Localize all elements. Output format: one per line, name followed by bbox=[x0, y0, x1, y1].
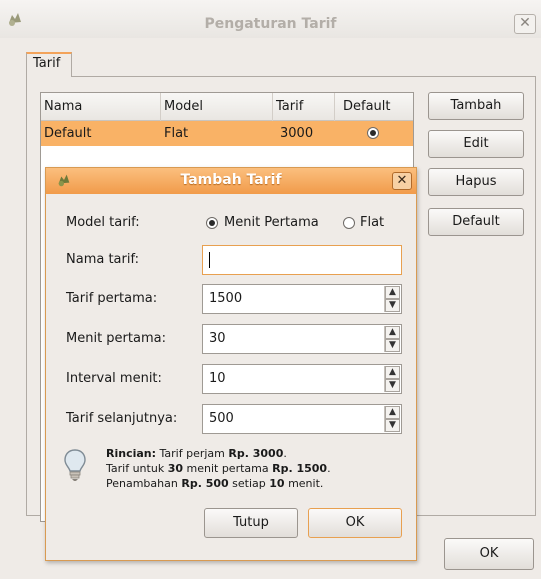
spin-buttons: ▲ ▼ bbox=[384, 366, 400, 392]
tambah-tarif-dialog: Tambah Tarif ✕ Model tarif: Menit Pertam… bbox=[45, 167, 417, 561]
info-amount: Rp. 3000 bbox=[228, 447, 284, 460]
close-icon: ✕ bbox=[519, 15, 531, 31]
edit-button-label: Edit bbox=[463, 136, 489, 151]
spin-up-icon[interactable]: ▲ bbox=[385, 326, 400, 339]
menit-pertama-spinbox[interactable]: 30 ▲ ▼ bbox=[202, 324, 402, 354]
tarif-selanjutnya-value[interactable]: 500 bbox=[209, 405, 234, 433]
interval-menit-label: Interval menit: bbox=[66, 371, 162, 386]
info-amount: 10 bbox=[269, 477, 285, 490]
spin-buttons: ▲ ▼ bbox=[384, 326, 400, 352]
window-titlebar: Pengaturan Tarif ✕ bbox=[0, 0, 541, 38]
spin-up-icon[interactable]: ▲ bbox=[385, 366, 400, 379]
info-text: menit pertama bbox=[183, 462, 273, 475]
radio-flat-label[interactable]: Flat bbox=[360, 213, 384, 233]
rincian-info: Rincian: Tarif perjam Rp. 3000. Tarif un… bbox=[106, 446, 331, 491]
tutup-button-label: Tutup bbox=[233, 515, 269, 530]
column-header-default[interactable]: Default bbox=[335, 93, 413, 121]
dialog-ok-button[interactable]: OK bbox=[308, 508, 402, 538]
spin-buttons: ▲ ▼ bbox=[384, 406, 400, 432]
tarif-selanjutnya-spinbox[interactable]: 500 ▲ ▼ bbox=[202, 404, 402, 434]
spin-down-icon[interactable]: ▼ bbox=[385, 379, 400, 392]
spin-up-icon[interactable]: ▲ bbox=[385, 286, 400, 299]
hapus-button[interactable]: Hapus bbox=[428, 168, 524, 196]
tab-label: Tarif bbox=[33, 56, 61, 71]
nama-tarif-label: Nama tarif: bbox=[66, 252, 139, 267]
tarif-pertama-label: Tarif pertama: bbox=[66, 291, 158, 306]
default-radio[interactable] bbox=[367, 127, 379, 139]
edit-button[interactable]: Edit bbox=[428, 130, 524, 158]
dialog-title: Tambah Tarif bbox=[180, 172, 282, 188]
info-text: Penambahan bbox=[106, 477, 182, 490]
tab-tarif[interactable]: Tarif bbox=[26, 52, 72, 77]
nama-tarif-input[interactable] bbox=[202, 245, 402, 275]
info-label: Rincian: bbox=[106, 447, 157, 460]
cell-tarif: 3000 bbox=[280, 126, 314, 141]
dialog-close-button[interactable]: ✕ bbox=[392, 172, 412, 190]
menit-pertama-label: Menit pertama: bbox=[66, 331, 166, 346]
info-amount: 30 bbox=[167, 462, 183, 475]
default-button-label: Default bbox=[452, 214, 500, 229]
spin-down-icon[interactable]: ▼ bbox=[385, 299, 400, 312]
model-tarif-label: Model tarif: bbox=[66, 215, 140, 230]
radio-menit-pertama-label[interactable]: Menit Pertama bbox=[224, 213, 319, 233]
info-line-1: Rincian: Tarif perjam Rp. 3000. bbox=[106, 446, 331, 461]
close-icon: ✕ bbox=[396, 173, 408, 188]
spin-down-icon[interactable]: ▼ bbox=[385, 419, 400, 432]
tambah-button[interactable]: Tambah bbox=[428, 92, 524, 120]
menit-pertama-value[interactable]: 30 bbox=[209, 325, 226, 353]
table-header: Nama Model Tarif Default bbox=[41, 93, 413, 121]
radio-flat[interactable] bbox=[343, 217, 355, 229]
window-ok-button[interactable]: OK bbox=[444, 538, 534, 570]
interval-menit-value[interactable]: 10 bbox=[209, 365, 226, 393]
info-text: menit. bbox=[284, 477, 324, 490]
info-amount: Rp. 500 bbox=[181, 477, 229, 490]
info-text: . bbox=[283, 447, 287, 460]
dialog-titlebar: Tambah Tarif ✕ bbox=[46, 168, 416, 194]
spin-down-icon[interactable]: ▼ bbox=[385, 339, 400, 352]
lightbulb-icon bbox=[64, 449, 86, 481]
spin-up-icon[interactable]: ▲ bbox=[385, 406, 400, 419]
radio-menit-pertama[interactable] bbox=[206, 217, 218, 229]
dialog-ok-label: OK bbox=[345, 515, 365, 530]
info-amount: Rp. 1500 bbox=[272, 462, 328, 475]
interval-menit-spinbox[interactable]: 10 ▲ ▼ bbox=[202, 364, 402, 394]
window-close-button[interactable]: ✕ bbox=[514, 14, 536, 34]
cell-model: Flat bbox=[164, 126, 189, 141]
table-row[interactable]: Default Flat 3000 bbox=[41, 121, 413, 146]
window-title: Pengaturan Tarif bbox=[204, 16, 337, 32]
hapus-button-label: Hapus bbox=[455, 174, 497, 189]
column-header-tarif[interactable]: Tarif bbox=[273, 93, 335, 121]
info-text: . bbox=[327, 462, 331, 475]
window-ok-label: OK bbox=[479, 546, 499, 561]
info-line-2: Tarif untuk 30 menit pertama Rp. 1500. bbox=[106, 461, 331, 476]
info-line-3: Penambahan Rp. 500 setiap 10 menit. bbox=[106, 476, 331, 491]
tarif-pertama-spinbox[interactable]: 1500 ▲ ▼ bbox=[202, 284, 402, 314]
tambah-button-label: Tambah bbox=[450, 98, 502, 113]
info-text: Tarif perjam bbox=[156, 447, 229, 460]
spin-buttons: ▲ ▼ bbox=[384, 286, 400, 312]
info-text: Tarif untuk bbox=[106, 462, 168, 475]
tutup-button[interactable]: Tutup bbox=[204, 508, 298, 538]
column-header-nama[interactable]: Nama bbox=[41, 93, 161, 121]
text-cursor bbox=[209, 251, 210, 268]
cell-nama: Default bbox=[44, 126, 92, 141]
tarif-pertama-value[interactable]: 1500 bbox=[209, 285, 242, 313]
default-button[interactable]: Default bbox=[428, 208, 524, 236]
info-text: setiap bbox=[228, 477, 270, 490]
column-header-model[interactable]: Model bbox=[161, 93, 273, 121]
tarif-selanjutnya-label: Tarif selanjutnya: bbox=[66, 411, 178, 426]
